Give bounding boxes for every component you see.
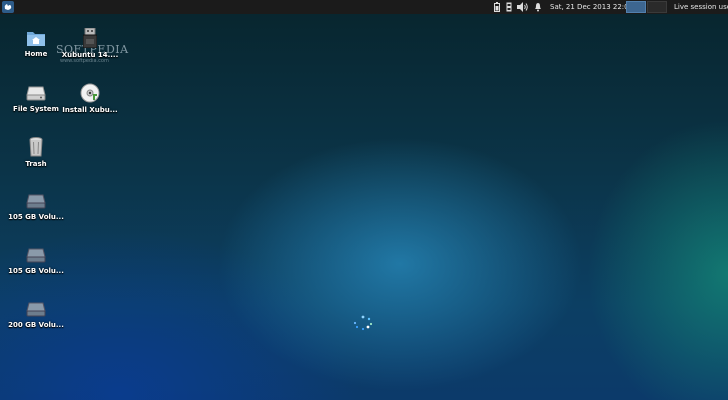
- workspace-1-button[interactable]: [626, 1, 646, 13]
- desktop-icon-label: Install Xubu...: [62, 106, 118, 114]
- desktop-icon-install-xubuntu[interactable]: Install Xubu...: [58, 83, 122, 114]
- battery-icon[interactable]: [494, 2, 500, 12]
- drive-icon: [26, 86, 46, 101]
- desktop-icon-label: 105 GB Volu...: [8, 213, 64, 221]
- desktop-icon-label: Trash: [25, 160, 47, 168]
- usb-drive-icon: [83, 28, 97, 48]
- desktop-icon-label: Xubuntu 14....: [61, 51, 119, 59]
- trash-icon: [29, 137, 43, 157]
- home-folder-icon: [27, 32, 45, 46]
- desktop-icon-label: 200 GB Volu...: [8, 321, 64, 329]
- loading-spinner-icon: [353, 315, 373, 331]
- install-disc-icon: [80, 83, 100, 103]
- desktop-icon-volume-3[interactable]: 200 GB Volu...: [4, 302, 68, 329]
- panel-clock[interactable]: Sat, 21 Dec 2013 22:06: [550, 0, 633, 14]
- session-user-label[interactable]: Live session user: [674, 0, 728, 14]
- top-panel: Sat, 21 Dec 2013 22:06 Live session user: [0, 0, 728, 15]
- desktop-icon-volume-1[interactable]: 105 GB Volu...: [4, 194, 68, 221]
- volume-icon[interactable]: [517, 2, 528, 12]
- desktop-icon-trash[interactable]: Trash: [4, 137, 68, 168]
- notification-icon[interactable]: [534, 2, 542, 12]
- softpedia-watermark-url: www.softpedia.com: [60, 58, 109, 64]
- desktop-icon-volume-2[interactable]: 105 GB Volu...: [4, 248, 68, 275]
- desktop-icon-xubuntu-drive[interactable]: Xubuntu 14....: [58, 28, 122, 59]
- volume-icon: [26, 248, 46, 263]
- desktop: SOFTPEDIA www.softpedia.com Home Xubuntu…: [0, 14, 728, 400]
- xfce-menu-icon[interactable]: [2, 1, 14, 13]
- desktop-icon-label: 105 GB Volu...: [8, 267, 64, 275]
- volume-icon: [26, 302, 46, 317]
- network-icon[interactable]: [506, 2, 512, 12]
- workspace-2-button[interactable]: [647, 1, 667, 13]
- volume-icon: [26, 194, 46, 209]
